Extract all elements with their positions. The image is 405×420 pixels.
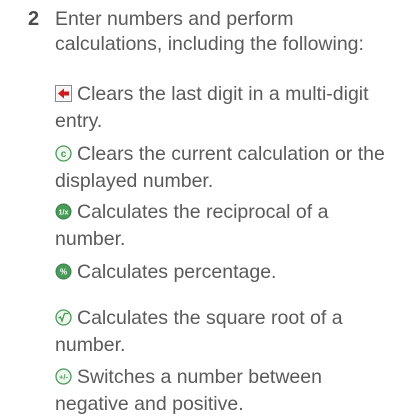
svg-text:1/x: 1/x [59, 210, 69, 217]
reciprocal-description: 1/x Calculates the reciprocal of a numbe… [55, 200, 395, 252]
plus-minus-icon: +/- [55, 367, 72, 392]
reciprocal-text: Calculates the reciprocal of a number. [55, 201, 329, 250]
svg-text:%: % [60, 268, 67, 277]
svg-text:+/-: +/- [59, 373, 68, 382]
percent-icon: % [55, 262, 72, 287]
square-root-description: Calculates the square root of a number. [55, 306, 395, 358]
clear-icon: c [55, 144, 72, 169]
percent-description: % Calculates percentage. [55, 260, 395, 287]
plus-minus-description: +/- Switches a number between negative a… [55, 365, 395, 417]
square-root-icon [55, 308, 72, 333]
square-root-text: Calculates the square root of a number. [55, 307, 343, 356]
clear-description: c Clears the current calculation or the … [55, 142, 395, 194]
svg-text:c: c [61, 149, 67, 160]
clear-text: Clears the current calculation or the di… [55, 143, 385, 192]
step-intro: Enter numbers and perform calculations, … [55, 8, 364, 55]
backspace-description: Clears the last digit in a multi-digit e… [55, 82, 395, 134]
plus-minus-text: Switches a number between negative and p… [55, 366, 322, 415]
backspace-icon [55, 84, 72, 109]
percent-text: Calculates percentage. [77, 261, 277, 283]
reciprocal-icon: 1/x [55, 202, 72, 227]
calculator-step: 2 Enter numbers and perform calculations… [0, 0, 405, 420]
backspace-text: Clears the last digit in a multi-digit e… [55, 83, 369, 132]
step-number: 2 [28, 8, 40, 30]
